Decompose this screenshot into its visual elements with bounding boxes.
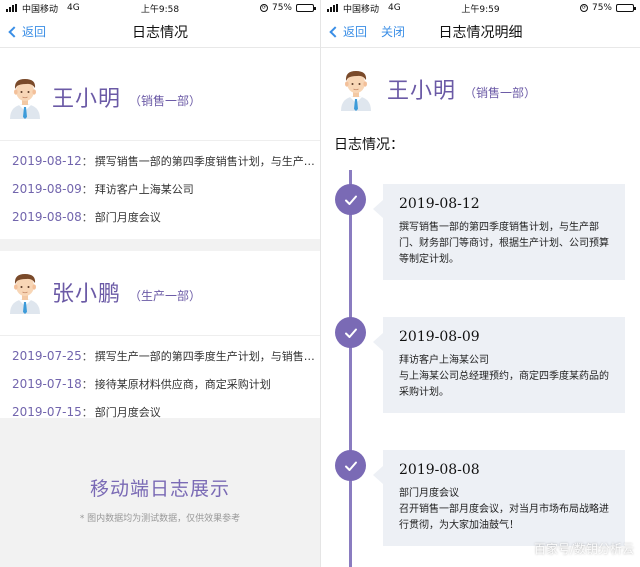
log-text: 部门月度会议: [94, 211, 161, 224]
check-icon: [335, 317, 366, 348]
log-card[interactable]: 2019-08-08 部门月度会议 召开销售一部月度会议，对当月市场布局战略进行…: [373, 450, 625, 546]
rotation-lock-icon: ⟳: [579, 4, 588, 12]
section-label: 日志情况：: [334, 137, 404, 153]
section-gap: [0, 239, 320, 251]
timeline-line: [349, 170, 352, 567]
promo-note: * 图内数据均为测试数据，仅供效果参考: [79, 514, 241, 524]
signal-icon: [6, 4, 17, 12]
back-label: 返回: [343, 25, 368, 39]
log-card[interactable]: 2019-08-12 撰写销售一部的第四季度销售计划，与生产部门、财务部门等商讨…: [373, 184, 625, 280]
log-date: 2019-08-09: [399, 329, 480, 345]
carrier-name: 中国移动: [343, 4, 380, 15]
log-date: 2019-08-08: [12, 210, 82, 224]
user-dept: （销售一部）: [129, 93, 202, 108]
battery-percent: 75%: [271, 3, 292, 13]
user-name: 王小明: [52, 87, 122, 112]
watermark: 百家号/数钥分析云: [533, 542, 634, 556]
close-button[interactable]: 关闭: [381, 23, 405, 40]
chevron-left-icon: [329, 25, 341, 38]
nav-bar: 返回 日志情况: [0, 16, 320, 48]
avatar-icon: [339, 67, 373, 111]
log-date: 2019-08-12: [12, 154, 82, 168]
log-colon: ：: [81, 378, 93, 391]
log-list-screen: 中国移动 4G 上午9:58 ⟳ 75% 返回 日志情况 王小明 （销售一部） …: [0, 0, 320, 567]
page-title: 日志情况明细: [438, 24, 523, 41]
log-title: 拜访客户上海某公司: [399, 355, 489, 366]
network-type: 4G: [388, 3, 401, 13]
log-title: 部门月度会议: [399, 488, 459, 499]
user-header: 王小明 （销售一部）: [321, 48, 640, 118]
user-dept: （销售一部）: [464, 85, 537, 100]
log-row[interactable]: 2019-08-08：部门月度会议: [0, 203, 320, 231]
user-card[interactable]: 王小明 （销售一部） 2019-08-12：撰写销售一部的第四季度销售计划，与生…: [0, 48, 320, 239]
log-list: 2019-07-25：撰写生产一部的第四季度生产计划，与销售… 2019-07-…: [0, 336, 320, 426]
log-card[interactable]: 2019-08-09 拜访客户上海某公司 与上海某公司总经理预约，商定四季度某药…: [373, 317, 625, 413]
back-button[interactable]: 返回: [327, 23, 367, 40]
user-dept: （生产一部）: [129, 288, 202, 303]
log-text: 拜访客户上海某公司: [94, 183, 194, 196]
page-title: 日志情况: [132, 24, 188, 41]
log-text: 撰写销售一部的第四季度销售计划，与生产…: [94, 155, 315, 168]
battery-percent: 75%: [591, 3, 612, 13]
chevron-left-icon: [8, 25, 20, 38]
close-label: 关闭: [381, 25, 406, 39]
rotation-lock-icon: ⟳: [259, 4, 268, 12]
avatar-icon: [8, 75, 42, 119]
log-date: 2019-08-09: [12, 182, 82, 196]
log-colon: ：: [81, 211, 93, 224]
promo-banner: 移动端日志展示 * 图内数据均为测试数据，仅供效果参考: [0, 418, 320, 567]
log-text: 撰写生产一部的第四季度生产计划，与销售…: [94, 350, 315, 363]
log-row[interactable]: 2019-08-12：撰写销售一部的第四季度销售计划，与生产…: [0, 147, 320, 175]
back-button[interactable]: 返回: [6, 23, 46, 40]
nav-bar: 返回 关闭 日志情况明细: [321, 16, 640, 48]
carrier-name: 中国移动: [22, 4, 59, 15]
log-date: 2019-07-15: [12, 405, 82, 419]
log-text: 接待某原材料供应商，商定采购计划: [94, 378, 271, 391]
signal-icon: [327, 4, 338, 12]
timeline: 2019-08-12 撰写销售一部的第四季度销售计划，与生产部门、财务部门等商讨…: [321, 170, 640, 567]
log-colon: ：: [81, 155, 93, 168]
status-bar: 中国移动 4G 上午9:59 ⟳ 75%: [321, 0, 640, 16]
status-bar: 中国移动 4G 上午9:58 ⟳ 75%: [0, 0, 320, 16]
log-date: 2019-07-25: [12, 349, 82, 363]
log-colon: ：: [81, 350, 93, 363]
promo-title: 移动端日志展示: [89, 478, 230, 500]
network-type: 4G: [67, 3, 80, 13]
log-date: 2019-07-18: [12, 377, 82, 391]
log-text: 与上海某公司总经理预约，商定四季度某药品的采购计划。: [399, 371, 609, 398]
log-list: 2019-08-12：撰写销售一部的第四季度销售计划，与生产… 2019-08-…: [0, 141, 320, 231]
user-name: 张小鹏: [52, 282, 122, 307]
check-icon: [335, 450, 366, 481]
log-row[interactable]: 2019-08-09：拜访客户上海某公司: [0, 175, 320, 203]
log-text: 撰写销售一部的第四季度销售计划，与生产部门、财务部门等商讨，根据生产计划、公司预…: [399, 222, 609, 265]
check-icon: [335, 184, 366, 215]
log-date: 2019-08-12: [399, 196, 480, 212]
avatar-icon: [8, 270, 42, 314]
log-text: 召开销售一部月度会议，对当月市场布局战略进行贯彻，为大家加油鼓气！: [399, 504, 609, 531]
log-colon: ：: [81, 183, 93, 196]
back-label: 返回: [22, 25, 47, 39]
user-name: 王小明: [387, 79, 457, 104]
log-date: 2019-08-08: [399, 462, 480, 478]
battery-icon: [616, 4, 636, 12]
log-row[interactable]: 2019-07-25：撰写生产一部的第四季度生产计划，与销售…: [0, 342, 320, 370]
log-detail-screen: 中国移动 4G 上午9:59 ⟳ 75% 返回 关闭 日志情况明细 王小明 （销…: [321, 0, 640, 567]
battery-icon: [296, 4, 316, 12]
log-row[interactable]: 2019-07-18：接待某原材料供应商，商定采购计划: [0, 370, 320, 398]
user-card[interactable]: 张小鹏 （生产一部） 2019-07-25：撰写生产一部的第四季度生产计划，与销…: [0, 251, 320, 434]
